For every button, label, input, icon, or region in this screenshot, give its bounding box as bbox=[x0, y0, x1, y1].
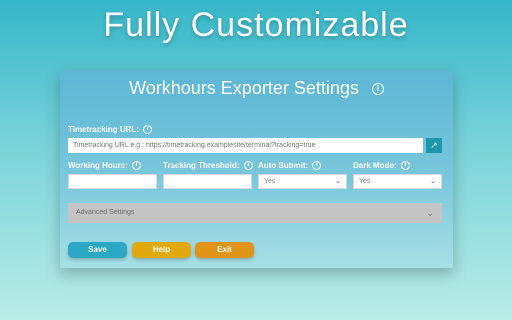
info-icon[interactable]: i bbox=[243, 161, 253, 171]
auto-submit-label-row: Auto Submit: i bbox=[258, 161, 322, 171]
promo-title: Fully Customizable bbox=[103, 6, 409, 44]
auto-submit-select[interactable]: Yes ⌄ bbox=[258, 174, 347, 189]
exit-button[interactable]: Exit bbox=[195, 242, 254, 258]
tracking-threshold-label-row: Tracking Threshold: i bbox=[163, 161, 253, 171]
tracking-threshold-input[interactable] bbox=[163, 174, 252, 189]
working-hours-label: Working Hours: bbox=[68, 161, 128, 170]
panel-header: Workhours Exporter Settings i bbox=[60, 78, 453, 99]
info-icon[interactable]: i bbox=[312, 161, 322, 171]
settings-panel: Workhours Exporter Settings i Timetracki… bbox=[60, 70, 453, 268]
save-button[interactable]: Save bbox=[68, 242, 127, 258]
help-button[interactable]: Help bbox=[132, 242, 191, 258]
chevron-down-icon: ⌄ bbox=[430, 178, 436, 185]
dark-mode-select[interactable]: Yes ⌄ bbox=[353, 174, 442, 189]
advanced-settings-toggle[interactable]: Advanced Settings ⌄ bbox=[68, 203, 442, 223]
info-icon[interactable]: i bbox=[400, 161, 410, 171]
external-link-icon[interactable]: ↗ bbox=[426, 138, 442, 153]
chevron-down-icon: ⌄ bbox=[335, 178, 341, 185]
tracking-threshold-label: Tracking Threshold: bbox=[163, 161, 240, 170]
timetracking-url-label-row: Timetracking URL: i bbox=[68, 125, 153, 135]
advanced-settings-label: Advanced Settings bbox=[76, 209, 135, 216]
dark-mode-label-row: Dark Mode: i bbox=[353, 161, 410, 171]
timetracking-url-input[interactable] bbox=[68, 138, 423, 153]
auto-submit-value: Yes bbox=[264, 178, 276, 185]
dark-mode-label: Dark Mode: bbox=[353, 161, 397, 170]
working-hours-label-row: Working Hours: i bbox=[68, 161, 142, 171]
auto-submit-label: Auto Submit: bbox=[258, 161, 309, 170]
info-icon[interactable]: i bbox=[371, 83, 384, 96]
timetracking-url-label: Timetracking URL: bbox=[68, 125, 139, 134]
working-hours-input[interactable] bbox=[68, 174, 157, 189]
chevron-down-icon: ⌄ bbox=[426, 208, 434, 218]
panel-title: Workhours Exporter Settings bbox=[129, 78, 359, 98]
dark-mode-value: Yes bbox=[359, 178, 371, 185]
info-icon[interactable]: i bbox=[143, 125, 153, 135]
info-icon[interactable]: i bbox=[132, 161, 142, 171]
